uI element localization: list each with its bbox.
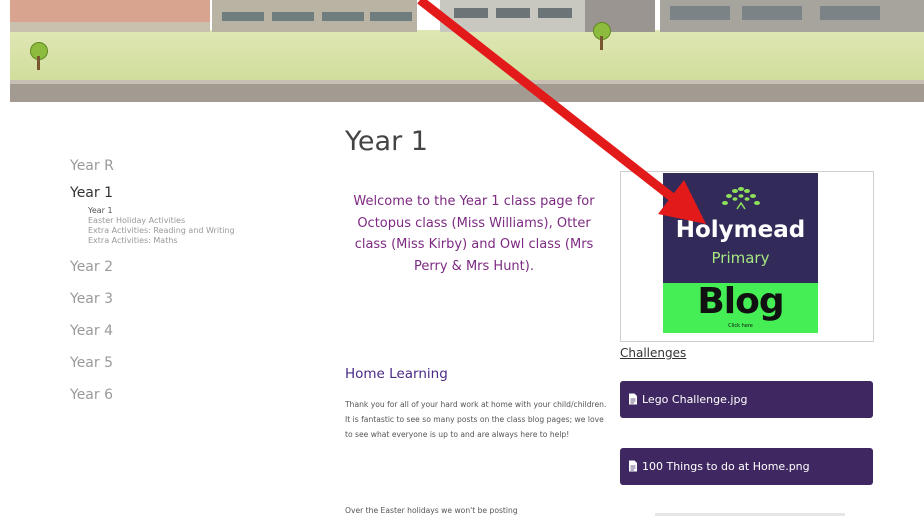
challenges-link[interactable]: Challenges (620, 346, 686, 360)
banner-building (212, 0, 417, 32)
blog-logo-image[interactable]: Holymead Primary Blog Click here (663, 173, 818, 333)
banner-building (660, 0, 924, 32)
sidebar-sublist: Year 1 Easter Holiday Activities Extra A… (70, 206, 320, 246)
file-label: Lego Challenge.jpg (642, 393, 748, 406)
blog-logo-brand: Holymead (675, 217, 806, 243)
file-icon (629, 393, 637, 405)
banner-grass (10, 30, 924, 86)
partial-element (655, 513, 845, 516)
banner-building (440, 0, 585, 32)
paragraph: Thank you for all of your hard work at h… (345, 400, 607, 439)
blog-logo-click-text: Click here (728, 323, 753, 329)
sidebar-item-year-2[interactable]: Year 2 (70, 257, 320, 278)
page-title: Year 1 (345, 126, 428, 157)
sidebar-subitem-year-1[interactable]: Year 1 (88, 206, 320, 216)
sidebar-subitem-reading-writing[interactable]: Extra Activities: Reading and Writing (88, 226, 320, 236)
header-banner (0, 0, 924, 102)
banner-road (10, 84, 924, 102)
leaf-logo-icon (722, 187, 760, 210)
sidebar-item-year-r[interactable]: Year R (70, 156, 320, 177)
section-title-home-learning: Home Learning (345, 366, 448, 382)
file-icon (629, 460, 637, 472)
sidebar-item-year-5[interactable]: Year 5 (70, 353, 320, 374)
banner-building (10, 0, 210, 32)
blog-logo-subtitle: Primary (711, 249, 770, 267)
sidebar-item-year-3[interactable]: Year 3 (70, 289, 320, 310)
file-label: 100 Things to do at Home.png (642, 460, 810, 473)
paragraph: Over the Easter holidays we won't be pos… (345, 506, 518, 515)
welcome-message: Welcome to the Year 1 class page for Oct… (353, 194, 595, 274)
sidebar-item-year-4[interactable]: Year 4 (70, 321, 320, 342)
sidebar-item-year-6[interactable]: Year 6 (70, 385, 320, 406)
sidebar-nav: Year R Year 1 Year 1 Easter Holiday Acti… (70, 148, 320, 406)
sidebar-subitem-maths[interactable]: Extra Activities: Maths (88, 236, 320, 246)
sidebar-item-year-1[interactable]: Year 1 (70, 183, 320, 204)
file-download-button[interactable]: Lego Challenge.jpg (620, 381, 873, 418)
blog-logo-word: Blog (697, 281, 784, 322)
file-download-button[interactable]: 100 Things to do at Home.png (620, 448, 873, 485)
sidebar-subitem-easter-activities[interactable]: Easter Holiday Activities (88, 216, 320, 226)
